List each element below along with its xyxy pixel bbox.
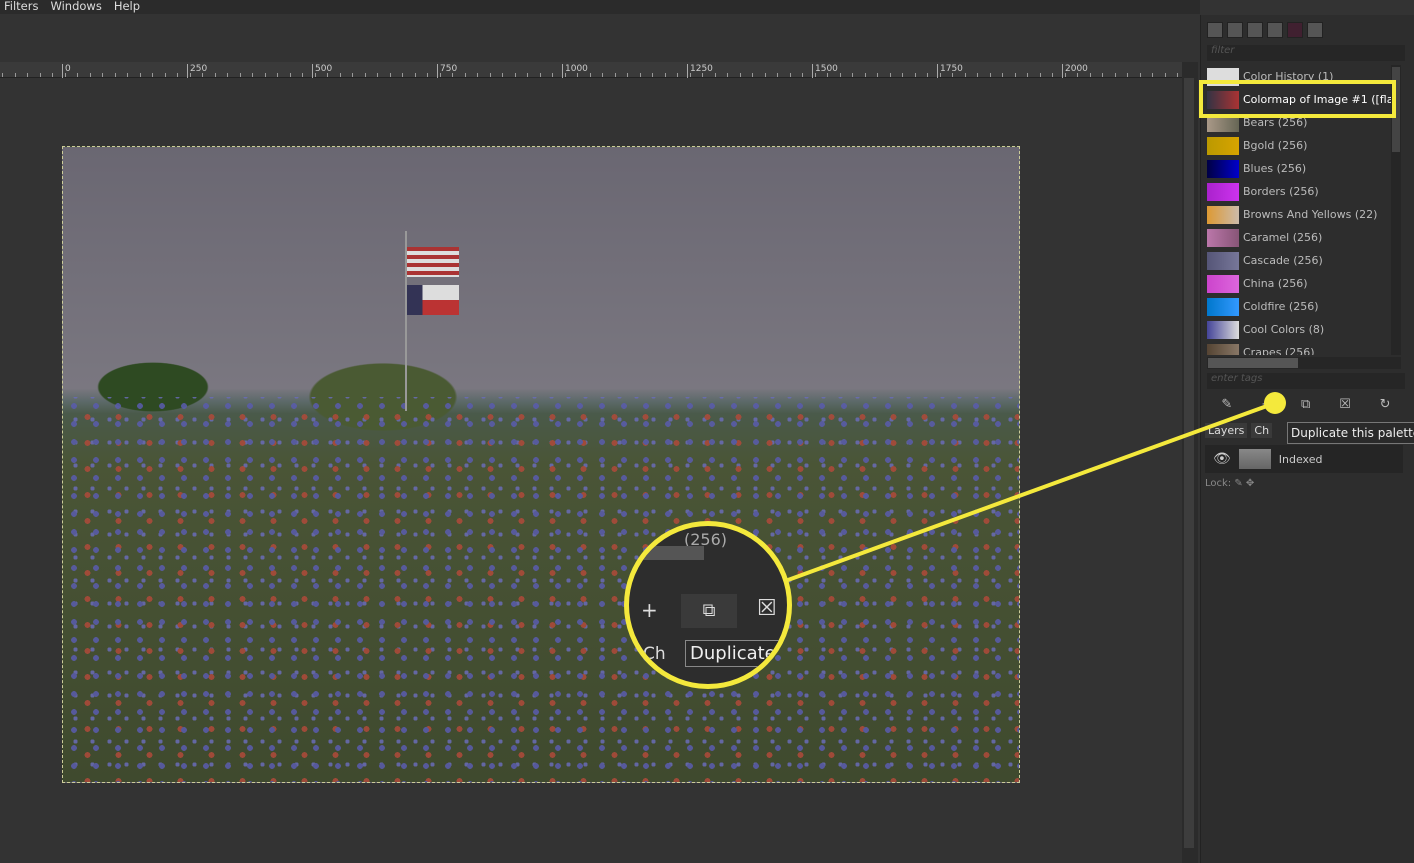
callout-line: [787, 392, 1286, 582]
callout-duplicate-icon: ⧉: [681, 594, 737, 628]
zoom-callout: (256) + ⧉ ☒ Ch Duplicate: [624, 521, 792, 689]
callout-new-icon: +: [641, 598, 658, 622]
callout-delete-icon: ☒: [757, 596, 777, 621]
